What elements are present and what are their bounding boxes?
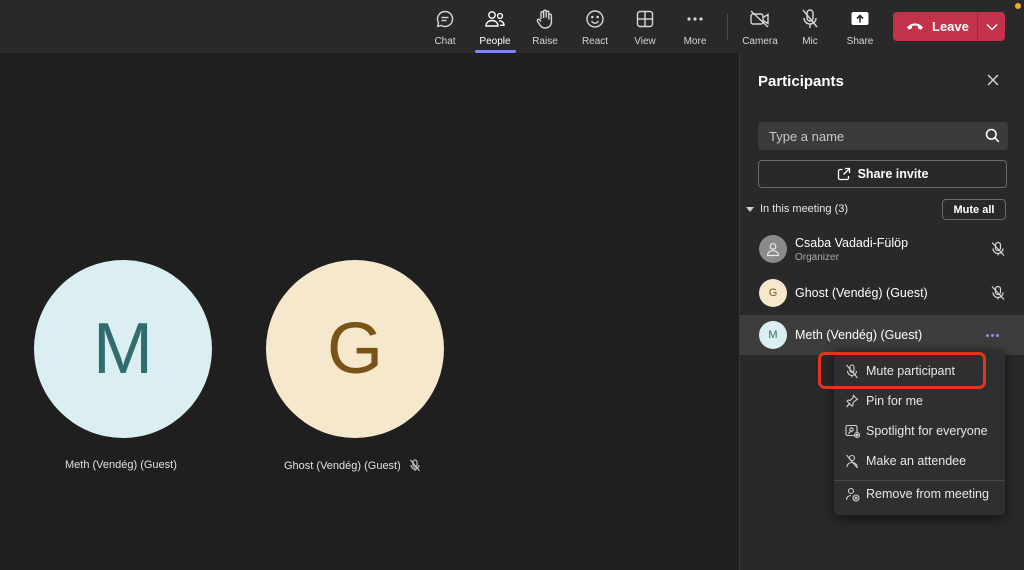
mic-off-icon [409, 459, 421, 472]
mute-all-button[interactable]: Mute all [942, 199, 1006, 220]
leave-options-button[interactable] [978, 12, 1005, 41]
raise-label: Raise [532, 36, 558, 47]
participant-search [758, 122, 1008, 150]
camera-label: Camera [742, 36, 778, 47]
menu-item-label: Make an attendee [866, 454, 967, 468]
chat-icon [434, 8, 456, 30]
menu-item-label: Pin for me [866, 394, 923, 408]
participant-tile-avatar-ghost[interactable]: G [266, 260, 444, 438]
participant-role: Organizer [795, 252, 839, 263]
in-meeting-section-toggle[interactable]: In this meeting (3) [746, 203, 848, 215]
hang-up-icon [906, 18, 924, 36]
remove-from-meeting-item[interactable]: Remove from meeting [834, 480, 1005, 508]
chevron-down-icon [985, 18, 998, 36]
participant-row-ghost[interactable]: G Ghost (Vendég) (Guest) [740, 273, 1024, 313]
camera-button[interactable]: Camera [735, 8, 785, 48]
people-label: People [479, 36, 511, 47]
react-icon [584, 8, 606, 30]
more-options-button[interactable] [982, 329, 1002, 341]
notification-dot [1015, 3, 1021, 9]
share-icon [849, 8, 871, 30]
leave-button-group: Leave [893, 12, 1005, 41]
more-label: More [683, 36, 707, 47]
avatar [759, 235, 787, 263]
participant-tile-name-meth: Meth (Vendég) (Guest) [65, 459, 177, 471]
share-invite-label: Share invite [857, 167, 929, 181]
leave-label: Leave [932, 19, 969, 34]
search-icon[interactable] [985, 128, 1000, 148]
avatar-initial: M [768, 329, 778, 341]
close-icon [986, 73, 1000, 92]
chat-label: Chat [434, 36, 456, 47]
mic-button[interactable]: Mic [785, 8, 835, 48]
annotation-highlight-box [818, 352, 986, 389]
mic-off-icon [990, 285, 1006, 301]
tile-name-label: Meth (Vendég) (Guest) [65, 459, 177, 471]
participant-name: Ghost (Vendég) (Guest) [795, 286, 928, 300]
menu-item-label: Remove from meeting [866, 487, 989, 501]
avatar: G [759, 279, 787, 307]
pin-icon [844, 393, 860, 409]
close-panel-button[interactable] [984, 73, 1002, 91]
avatar-initial: M [93, 309, 153, 389]
people-icon [484, 8, 506, 30]
more-icon [684, 8, 706, 30]
leave-button[interactable]: Leave [893, 12, 977, 41]
make-attendee-item[interactable]: Make an attendee [834, 447, 1005, 475]
people-button[interactable]: People [470, 8, 520, 48]
share-invite-button[interactable]: Share invite [758, 160, 1007, 188]
share-invite-icon [837, 167, 851, 181]
toolbar-divider [727, 14, 728, 40]
chat-button[interactable]: Chat [420, 8, 470, 48]
spotlight-icon [844, 423, 860, 439]
avatar-initial: G [326, 309, 383, 389]
avatar-initial: G [768, 287, 778, 299]
share-label: Share [846, 36, 874, 47]
mic-off-icon [990, 241, 1006, 257]
participant-tile-avatar-meth[interactable]: M [34, 260, 212, 438]
mic-off-icon [799, 8, 821, 30]
participant-name: Meth (Vendég) (Guest) [795, 328, 923, 342]
view-label: View [634, 36, 656, 47]
participant-tile-name-ghost: Ghost (Vendég) (Guest) [284, 459, 421, 472]
menu-item-label: Spotlight for everyone [866, 424, 988, 438]
person-icon [766, 243, 780, 257]
meeting-toolbar: Chat People Raise React View More Camera… [0, 0, 1024, 53]
search-input[interactable] [769, 128, 969, 144]
spotlight-item[interactable]: Spotlight for everyone [834, 417, 1005, 445]
view-icon [634, 8, 656, 30]
share-button[interactable]: Share [835, 8, 885, 48]
section-label: In this meeting (3) [760, 203, 849, 215]
caret-down-icon [746, 206, 754, 212]
participant-row-csaba[interactable]: Csaba Vadadi-Fülöp Organizer [740, 229, 1024, 269]
video-stage: M Meth (Vendég) (Guest) G Ghost (Vendég)… [0, 53, 739, 570]
view-button[interactable]: View [620, 8, 670, 48]
mic-label: Mic [802, 36, 818, 47]
react-label: React [581, 36, 609, 47]
panel-title: Participants [758, 73, 844, 90]
remove-person-icon [844, 486, 860, 502]
raise-hand-icon [534, 8, 556, 30]
more-button[interactable]: More [670, 8, 720, 48]
tile-name-label: Ghost (Vendég) (Guest) [284, 459, 401, 472]
pin-for-me-item[interactable]: Pin for me [834, 387, 1005, 415]
raise-hand-button[interactable]: Raise [520, 8, 570, 48]
avatar: M [759, 321, 787, 349]
participant-name: Csaba Vadadi-Fülöp [795, 236, 909, 250]
attendee-icon [844, 453, 860, 469]
camera-off-icon [749, 8, 771, 30]
react-button[interactable]: React [570, 8, 620, 48]
